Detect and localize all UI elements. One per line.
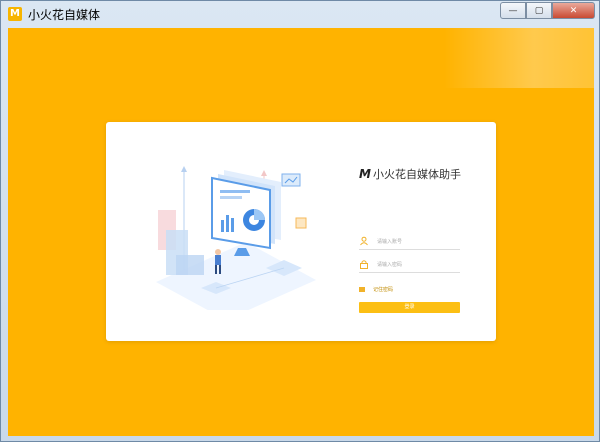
account-field [359, 236, 460, 250]
minimize-button[interactable]: — [500, 2, 526, 19]
app-window: M 小火花自媒体 — ▢ ✕ M 小火花自媒体助手 请输入账号 记住密码 登录 [0, 0, 600, 442]
title-bar[interactable]: M 小火花自媒体 — ▢ ✕ [1, 1, 599, 27]
person-icon [215, 249, 221, 255]
close-button[interactable]: ✕ [552, 2, 595, 19]
login-button[interactable]: 登录 [359, 302, 460, 313]
lock-icon [360, 260, 368, 269]
app-background: M 小火花自媒体助手 记 [8, 28, 594, 436]
window-controls: — ▢ ✕ [500, 2, 595, 20]
remember-password[interactable]: 记住密码 [359, 286, 393, 293]
checkbox-icon[interactable] [359, 287, 365, 292]
app-logo-icon: M [8, 7, 22, 21]
user-icon [360, 236, 368, 246]
remember-password-label: 记住密码 [373, 287, 394, 293]
person-body [215, 255, 221, 265]
arrow-icon [181, 166, 187, 172]
password-field [359, 259, 460, 273]
person-leg [215, 265, 217, 274]
chart-bar-icon [176, 255, 204, 275]
maximize-button[interactable]: ▢ [526, 2, 552, 19]
monitor-bar [226, 215, 229, 232]
monitor-bar [231, 218, 234, 232]
brand-logo: M [359, 167, 371, 181]
monitor-bar [221, 220, 224, 232]
document-icon [295, 217, 307, 229]
window-title: 小火花自媒体 [28, 8, 101, 22]
login-card: M 小火花自媒体助手 记 [106, 122, 496, 341]
arrow-icon [261, 170, 267, 176]
brand-name: 小火花自媒体助手 [372, 168, 461, 181]
person-leg [219, 265, 221, 274]
monitor-text-line [220, 196, 242, 199]
background-glow [444, 28, 594, 88]
monitor-text-line [220, 190, 250, 193]
brand-header: M 小火花自媒体助手 [359, 166, 461, 182]
account-input[interactable] [377, 236, 457, 248]
password-input[interactable] [377, 259, 457, 271]
dashboard-illustration [156, 166, 316, 310]
